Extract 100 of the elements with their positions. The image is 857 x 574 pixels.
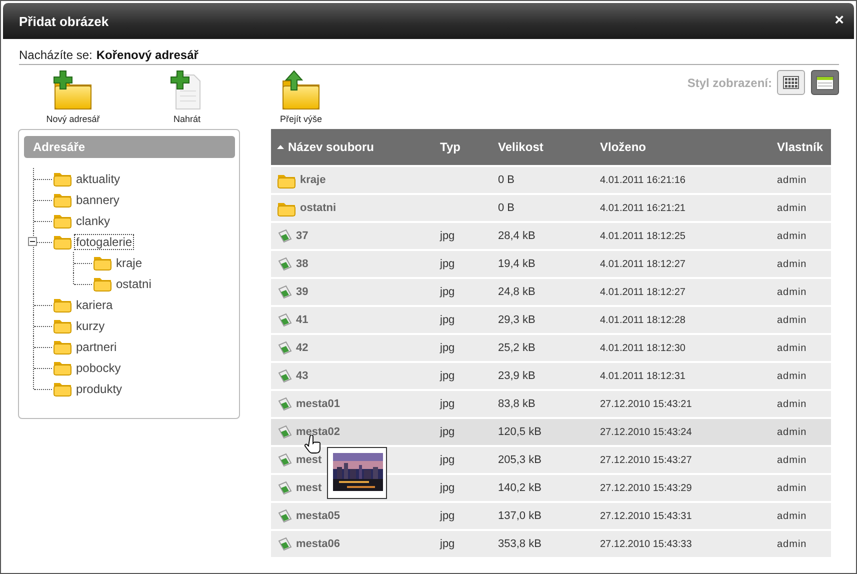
column-header[interactable]: Vloženo (590, 129, 767, 166)
folder-icon (93, 275, 112, 292)
table-cell: 27.12.2010 15:43:21 (600, 398, 692, 410)
close-button[interactable]: × (834, 12, 844, 30)
table-cell: jpg (440, 342, 455, 354)
file-name: mesta06 (296, 538, 340, 550)
file-name: 42 (296, 342, 308, 354)
tree-item[interactable]: ostatni (114, 276, 154, 292)
current-location: Kořenový adresář (96, 48, 198, 62)
table-row[interactable]: mesta01 jpg 83,8 kB 27.12.2010 15:43:21 admin (271, 390, 831, 418)
table-cell: 27.12.2010 15:43:33 (600, 538, 692, 550)
table-cell: jpg (440, 454, 455, 466)
image-file-icon (277, 369, 292, 383)
table-row[interactable]: mesta02 jpg 120,5 kB 27.12.2010 15:43:24 admin (271, 418, 831, 446)
tree-item[interactable]: kurzy (74, 318, 107, 334)
table-cell: admin (777, 230, 807, 242)
breadcrumb-label: Nacházíte se: (19, 48, 92, 62)
table-cell: jpg (440, 258, 455, 270)
tree-item[interactable]: produkty (74, 380, 124, 396)
table-cell: 27.12.2010 15:43:29 (600, 482, 692, 494)
table-row[interactable]: 37 jpg 28,4 kB 4.01.2011 18:12:25 admin (271, 222, 831, 250)
tree-item[interactable]: fotogalerie (74, 234, 134, 250)
file-name: mesta05 (296, 510, 340, 522)
folder-up-arrow-icon[interactable] (280, 69, 322, 111)
table-cell: 137,0 kB (498, 510, 542, 522)
table-cell: 24,8 kB (498, 286, 536, 298)
table-cell: 0 B (498, 174, 515, 186)
table-row[interactable]: 42 jpg 25,2 kB 4.01.2011 18:12:30 admin (271, 334, 831, 362)
table-cell: 4.01.2011 18:12:31 (600, 370, 686, 382)
folder-icon (93, 254, 112, 271)
table-cell: admin (777, 286, 807, 298)
table-cell: admin (777, 370, 807, 382)
folder-icon (53, 233, 72, 250)
table-cell: 205,3 kB (498, 454, 542, 466)
tree-item[interactable]: aktuality (74, 170, 122, 186)
table-cell: jpg (440, 426, 455, 438)
image-file-icon (277, 257, 292, 271)
table-cell: 4.01.2011 18:12:27 (600, 286, 686, 298)
file-name: ostatni (300, 202, 336, 214)
table-row[interactable]: 38 jpg 19,4 kB 4.01.2011 18:12:27 admin (271, 250, 831, 278)
folder-icon (53, 170, 72, 187)
tree-item[interactable]: clanky (74, 212, 112, 228)
hand-cursor-icon (304, 435, 322, 455)
folder-icon (53, 359, 72, 376)
table-cell: admin (777, 342, 807, 354)
table-row[interactable]: kraje 0 B 4.01.2011 16:21:16 admin (271, 166, 831, 194)
table-cell: 29,3 kB (498, 314, 536, 326)
file-name: 41 (296, 314, 308, 326)
table-cell: admin (777, 454, 807, 466)
list-view-button[interactable] (811, 70, 839, 95)
table-cell: 83,8 kB (498, 398, 536, 410)
table-cell: 27.12.2010 15:43:24 (600, 426, 692, 438)
table-cell: 4.01.2011 16:21:16 (600, 174, 686, 186)
collapse-icon[interactable] (28, 237, 37, 246)
column-header[interactable]: Velikost (489, 129, 590, 166)
table-cell: jpg (440, 230, 455, 242)
column-header[interactable]: Vlastník (767, 129, 831, 166)
table-cell: 120,5 kB (498, 426, 542, 438)
toolbar-button[interactable]: Nový adresář (23, 65, 123, 124)
table-cell: 25,2 kB (498, 342, 536, 354)
grid-view-button[interactable] (777, 70, 805, 95)
tree-item[interactable]: kraje (114, 254, 144, 270)
table-cell: 23,9 kB (498, 370, 536, 382)
table-cell: jpg (440, 538, 455, 550)
toolbar-button[interactable]: Přejít výše (251, 65, 351, 124)
table-cell: jpg (440, 314, 455, 326)
image-file-icon (277, 285, 292, 299)
table-cell: jpg (440, 286, 455, 298)
table-cell: 27.12.2010 15:43:27 (600, 454, 692, 466)
table-cell: jpg (440, 398, 455, 410)
file-name: mest (296, 454, 322, 466)
tree-item[interactable]: kariera (74, 296, 115, 312)
table-row[interactable]: 43 jpg 23,9 kB 4.01.2011 18:12:31 admin (271, 362, 831, 390)
toolbar-button[interactable]: Nahrát (137, 65, 237, 124)
column-header[interactable]: Název souboru (271, 129, 431, 166)
folder-icon (53, 296, 72, 313)
table-row[interactable]: 41 jpg 29,3 kB 4.01.2011 18:12:28 admin (271, 306, 831, 334)
table-row[interactable]: 39 jpg 24,8 kB 4.01.2011 18:12:27 admin (271, 278, 831, 306)
file-name: mesta02 (296, 426, 340, 438)
image-file-icon (277, 537, 292, 551)
table-row[interactable]: mesta05 jpg 137,0 kB 27.12.2010 15:43:31 admin (271, 502, 831, 530)
view-style-label: Styl zobrazení: (687, 76, 772, 90)
folder-icon (53, 212, 72, 229)
tree-item[interactable]: pobocky (74, 360, 123, 376)
tree-item[interactable]: partneri (74, 338, 119, 354)
folder-icon (53, 338, 72, 355)
image-file-icon (277, 397, 292, 411)
table-cell: 4.01.2011 18:12:30 (600, 342, 686, 354)
file-name: 39 (296, 286, 308, 298)
tree-item[interactable]: bannery (74, 192, 122, 208)
column-header[interactable]: Typ (431, 129, 489, 166)
file-name: 37 (296, 230, 308, 242)
table-cell: admin (777, 426, 807, 438)
table-cell: admin (777, 482, 807, 494)
table-row[interactable]: mesta06 jpg 353,8 kB 27.12.2010 15:43:33 admin (271, 530, 831, 558)
table-cell: admin (777, 258, 807, 270)
table-cell: admin (777, 174, 807, 186)
table-row[interactable]: ostatni 0 B 4.01.2011 16:21:21 admin (271, 194, 831, 222)
folder-plus-icon[interactable] (52, 69, 94, 111)
table-cell: admin (777, 202, 807, 214)
